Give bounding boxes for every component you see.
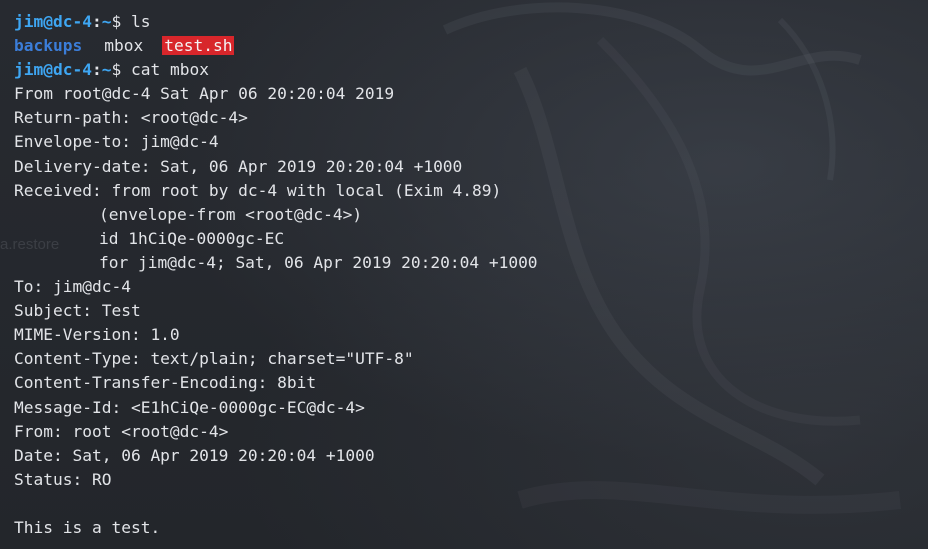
mbox-line: From root@dc-4 Sat Apr 06 20:20:04 2019 [14, 84, 395, 104]
mbox-line: Received: from root by dc-4 with local (… [14, 180, 502, 200]
ls-output-line: backups mbox test.sh [14, 34, 538, 58]
mbox-line: Date: Sat, 06 Apr 2019 20:20:04 +1000 [14, 445, 375, 465]
prompt-line-ls: jim@dc-4:~$ ls [14, 10, 538, 34]
mbox-line: Envelope-to: jim@dc-4 [14, 132, 219, 152]
mbox-line: This is a test. [14, 517, 161, 537]
prompt-user-host: jim@dc-4 [14, 12, 92, 31]
prompt-path: ~ [101, 60, 112, 80]
prompt-separator: : [91, 60, 102, 80]
mbox-line: From: root <root@dc-4> [14, 421, 229, 441]
mbox-line: (envelope-from <root@dc-4>) [99, 204, 363, 224]
mbox-line: Message-Id: <E1hCiQe-0000gc-EC@dc-4> [14, 397, 365, 417]
command-text: cat mbox [130, 60, 209, 80]
mbox-line: Content-Type: text/plain; charset="UTF-8… [14, 349, 414, 369]
mbox-line: id 1hCiQe-0000gc-EC [99, 228, 285, 248]
mbox-line-blank [14, 492, 538, 516]
command-text: ls [130, 12, 151, 31]
mbox-line: for jim@dc-4; Sat, 06 Apr 2019 20:20:04 … [99, 252, 538, 272]
prompt-user-host: jim@dc-4 [14, 60, 92, 80]
mbox-line: Delivery-date: Sat, 06 Apr 2019 20:20:04… [14, 156, 463, 176]
ls-entry-file: mbox [104, 36, 144, 56]
prompt-dollar: $ [111, 12, 131, 31]
mbox-line: MIME-Version: 1.0 [14, 325, 180, 345]
terminal-window[interactable]: a.restore jim@dc-4:~$ ls backups mbox test… [0, 0, 928, 549]
prompt-dollar: $ [111, 60, 131, 80]
prompt-separator: : [91, 12, 102, 31]
prompt-line-cat: jim@dc-4:~$ cat mbox [14, 58, 538, 82]
mbox-line: Return-path: <root@dc-4> [14, 108, 248, 128]
mbox-line: Content-Transfer-Encoding: 8bit [14, 373, 317, 393]
ls-entry-executable: test.sh [162, 36, 235, 56]
terminal-output: jim@dc-4:~$ ls backups mbox test.sh jim@dc… [14, 10, 538, 540]
prompt-path: ~ [101, 12, 112, 31]
ls-entry-directory: backups [14, 36, 83, 56]
mbox-line: To: jim@dc-4 [14, 277, 131, 297]
mbox-line: Status: RO [14, 469, 112, 489]
mbox-line: Subject: Test [14, 301, 141, 321]
